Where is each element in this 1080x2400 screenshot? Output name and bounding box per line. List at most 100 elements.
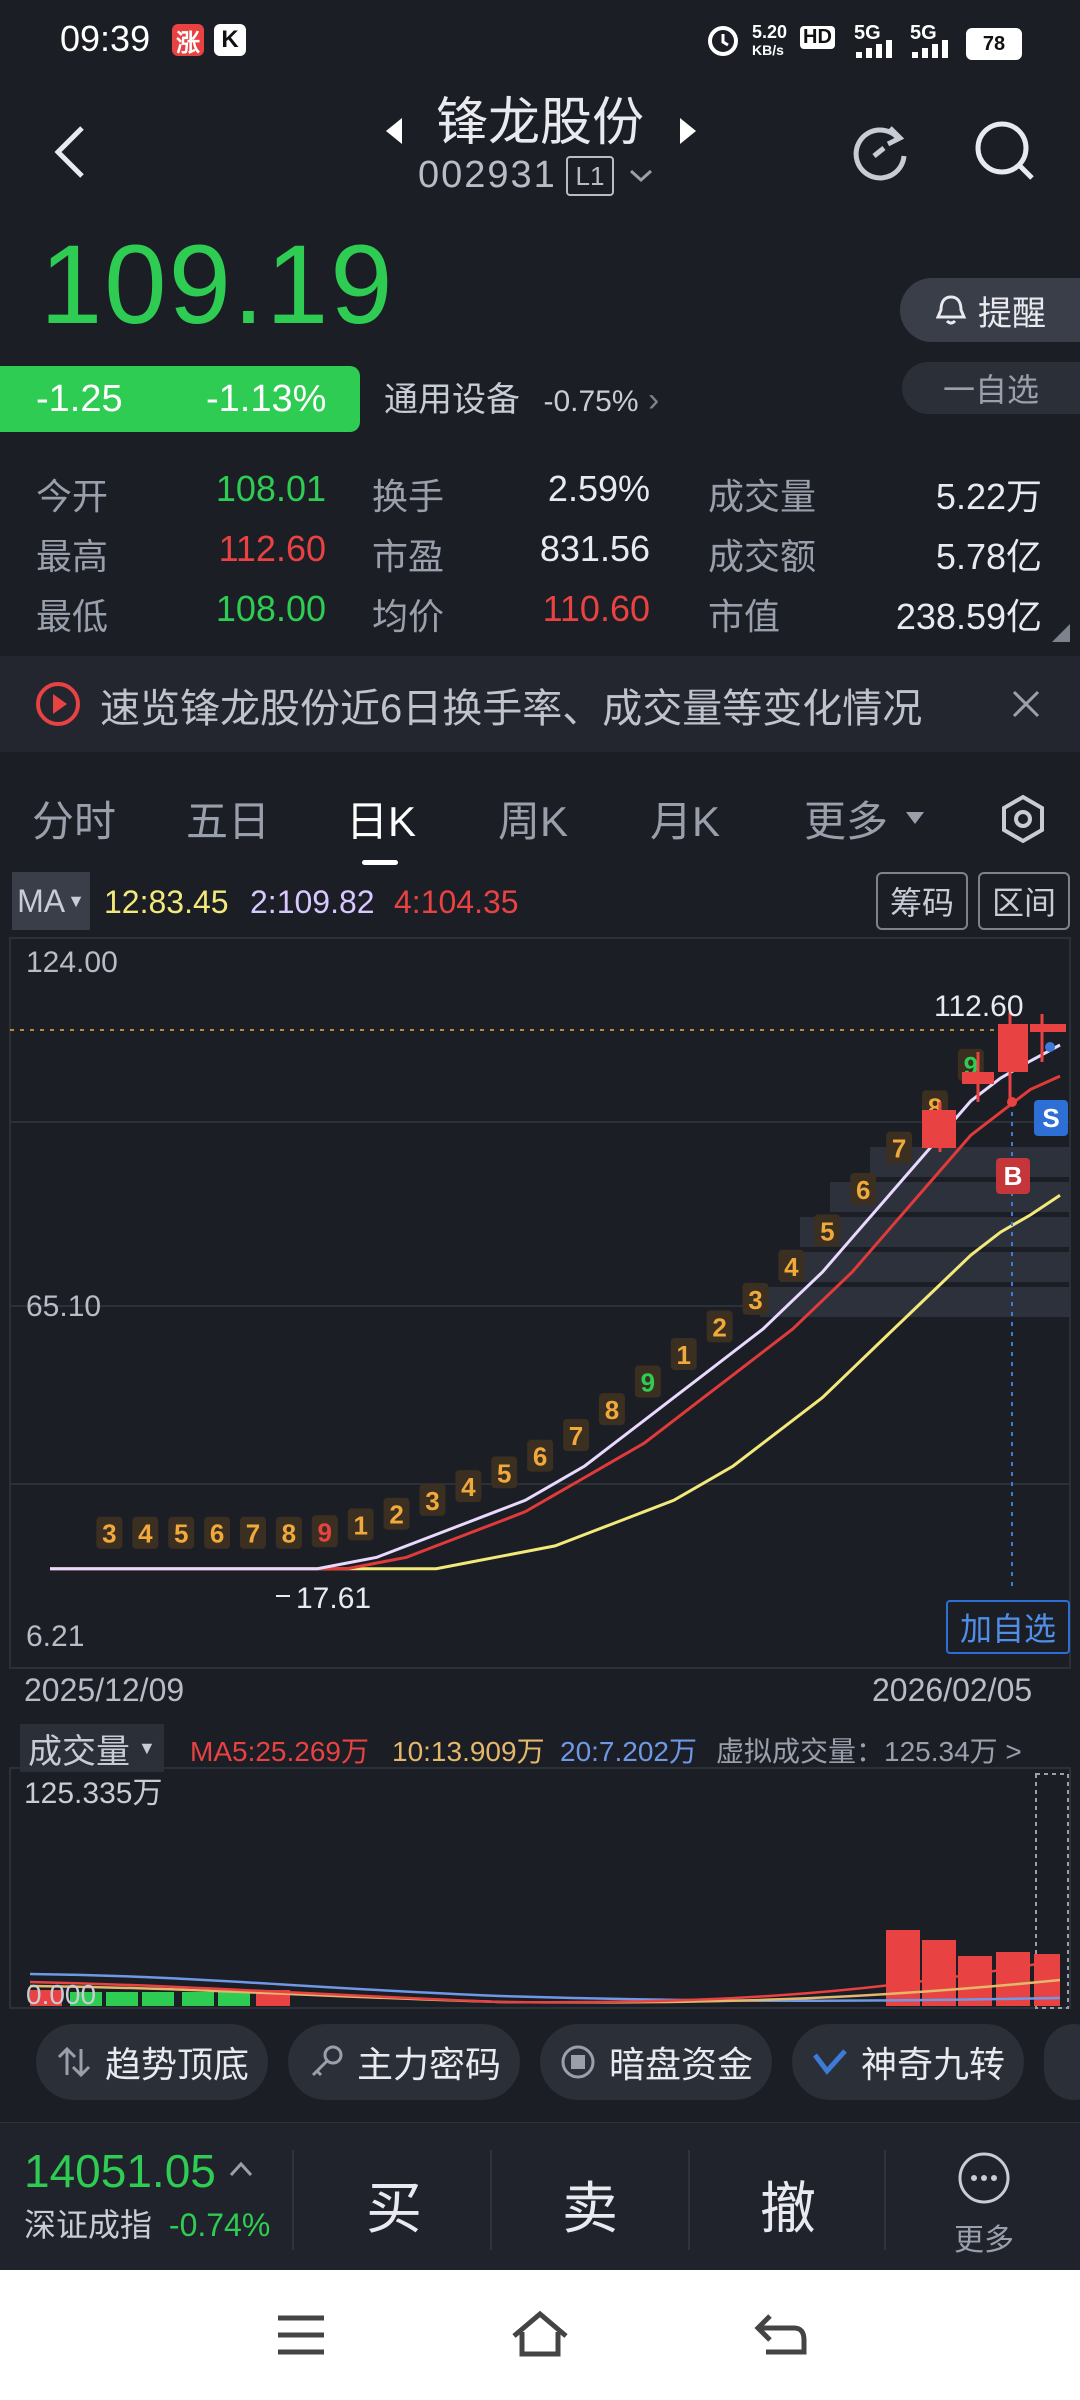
current-price: 109.19 xyxy=(40,222,395,347)
nine-turn-label: 9 xyxy=(641,1368,655,1398)
remind-button[interactable]: 提醒 xyxy=(900,278,1080,342)
alarm-icon xyxy=(708,26,738,56)
quote-label: 均价 xyxy=(372,596,445,637)
more-dots-icon xyxy=(958,2152,1010,2204)
index-name-line: 深证成指 -0.74% xyxy=(24,2200,270,2246)
quote-value: 110.60 xyxy=(542,588,650,629)
sector-percent: -0.75% xyxy=(543,385,639,418)
nine-turn-label: 5 xyxy=(497,1458,511,1488)
divider xyxy=(490,2150,492,2250)
home-icon[interactable] xyxy=(510,2308,570,2360)
back-nav-icon[interactable] xyxy=(754,2310,808,2358)
chip-distribution-button[interactable]: 筹码 xyxy=(876,872,968,930)
nine-turn-marker: 5 xyxy=(814,1214,841,1247)
k-app-icon: K xyxy=(214,24,246,56)
expand-corner-icon[interactable] xyxy=(1050,622,1072,644)
quote-value: 2.59% xyxy=(547,468,650,509)
tool-main-force-code[interactable]: 主力密码 xyxy=(288,2024,520,2100)
index-value[interactable]: 14051.05 xyxy=(24,2144,216,2198)
cancel-order-button[interactable]: 撤 xyxy=(760,2164,816,2245)
nine-turn-marker: 6 xyxy=(850,1173,877,1206)
volume-chart[interactable]: 0.000 xyxy=(0,1760,1080,2010)
tab-intraday[interactable]: 分时 xyxy=(32,788,116,849)
quote-label: 成交额 xyxy=(708,536,817,577)
insight-banner[interactable]: 速览锋龙股份近6日换手率、成交量等变化情况 xyxy=(0,656,1080,752)
play-icon xyxy=(36,682,80,726)
kline-chart[interactable]: 3456789123456789123456789 S B 124.00 65.… xyxy=(0,932,1080,1672)
banner-text: 速览锋龙股份近6日换手率、成交量等变化情况 xyxy=(100,687,923,731)
nine-turn-marker: 7 xyxy=(239,1516,266,1549)
nine-turn-label: 2 xyxy=(389,1500,403,1530)
app-notify-icon: 涨 xyxy=(172,24,204,57)
y-axis-bottom: 6.21 xyxy=(26,1620,84,1653)
search-icon[interactable] xyxy=(972,118,1038,184)
tool-magic-nine-turns[interactable]: 神奇九转 xyxy=(792,2024,1024,2100)
nine-turn-label: 7 xyxy=(569,1421,583,1451)
quote-label: 换手 xyxy=(372,476,445,517)
tool-label: 主力密码 xyxy=(356,2044,501,2085)
nine-turn-label: 3 xyxy=(102,1519,116,1549)
dark-pool-icon xyxy=(561,2045,595,2079)
quote-label: 最低 xyxy=(36,596,109,637)
tab-weekly-k[interactable]: 周K xyxy=(498,788,568,849)
nine-turn-label: 1 xyxy=(353,1510,367,1540)
chevron-down-icon[interactable] xyxy=(628,168,654,184)
nine-turn-marker: 8 xyxy=(275,1516,302,1549)
nine-turn-label: 8 xyxy=(605,1395,619,1425)
index-percent: -0.74% xyxy=(168,2207,271,2243)
candle xyxy=(998,1024,1028,1072)
menu-icon[interactable] xyxy=(276,2314,326,2356)
tool-trend-top-bottom[interactable]: 趋势顶底 xyxy=(36,2024,268,2100)
ma-line-yellow xyxy=(50,1194,1061,1571)
level-badge[interactable]: L1 xyxy=(566,156,614,196)
buy-button[interactable]: 买 xyxy=(366,2164,422,2245)
close-icon[interactable] xyxy=(1010,688,1042,720)
tab-daily-k[interactable]: 日K xyxy=(346,788,416,849)
sell-button[interactable]: 卖 xyxy=(562,2164,618,2245)
candle xyxy=(922,1110,956,1148)
settings-icon[interactable] xyxy=(998,794,1048,844)
nine-turn-label: 9 xyxy=(318,1517,332,1547)
nine-turn-marker: 3 xyxy=(419,1483,446,1516)
change-percent: -1.13% xyxy=(206,378,327,420)
nine-turn-label: 2 xyxy=(712,1312,726,1342)
caret-down-icon[interactable] xyxy=(904,810,926,826)
nine-turn-label: 6 xyxy=(533,1442,547,1472)
nine-turn-marker: 4 xyxy=(455,1470,482,1503)
tab-more[interactable]: 更多 xyxy=(804,788,888,849)
tool-more-partial[interactable] xyxy=(1044,2024,1080,2100)
signal-icon-2 xyxy=(912,40,948,58)
candle xyxy=(1030,1024,1066,1032)
nine-turn-label: 6 xyxy=(856,1175,870,1205)
nine-turn-marker: 3 xyxy=(742,1282,769,1315)
chevron-right-icon: › xyxy=(647,381,660,419)
range-button[interactable]: 区间 xyxy=(978,872,1070,930)
chevron-up-icon[interactable] xyxy=(228,2160,254,2178)
watchlist-button[interactable]: 一自选 xyxy=(902,362,1080,414)
tab-monthly-k[interactable]: 月K xyxy=(650,788,720,849)
quote-label: 市值 xyxy=(708,596,781,637)
quote-label: 最高 xyxy=(36,536,109,577)
nine-turn-marker: 7 xyxy=(886,1131,913,1164)
low-price-label: 17.61 xyxy=(296,1582,371,1615)
more-button[interactable]: 更多 xyxy=(940,2150,1028,2260)
add-watch-chart-button[interactable]: 加自选 xyxy=(946,1600,1070,1654)
quote-value: 108.00 xyxy=(215,588,326,629)
quote-label: 今开 xyxy=(36,476,109,517)
nine-turn-marker: 5 xyxy=(491,1456,518,1489)
refresh-icon[interactable] xyxy=(848,120,912,184)
status-time: 09:39 xyxy=(60,18,151,59)
nine-turn-marker: 2 xyxy=(383,1497,410,1530)
tool-dark-pool-funds[interactable]: 暗盘资金 xyxy=(540,2024,772,2100)
tab-five-day[interactable]: 五日 xyxy=(186,788,270,849)
battery-indicator: 78 xyxy=(966,28,1022,60)
sector-link[interactable]: 通用设备 -0.75% › xyxy=(384,372,659,421)
ma-selector[interactable]: MA ▼ xyxy=(12,872,90,930)
nine-turn-label: 8 xyxy=(282,1519,296,1549)
nine-turn-marker: 6 xyxy=(527,1439,554,1472)
nine-turn-marker: 7 xyxy=(563,1419,590,1452)
nine-turn-marker: 3 xyxy=(96,1516,123,1549)
next-stock-icon[interactable] xyxy=(676,116,700,146)
ma-value-2: 2:109.82 xyxy=(250,884,375,920)
system-nav-bar xyxy=(0,2270,1080,2400)
